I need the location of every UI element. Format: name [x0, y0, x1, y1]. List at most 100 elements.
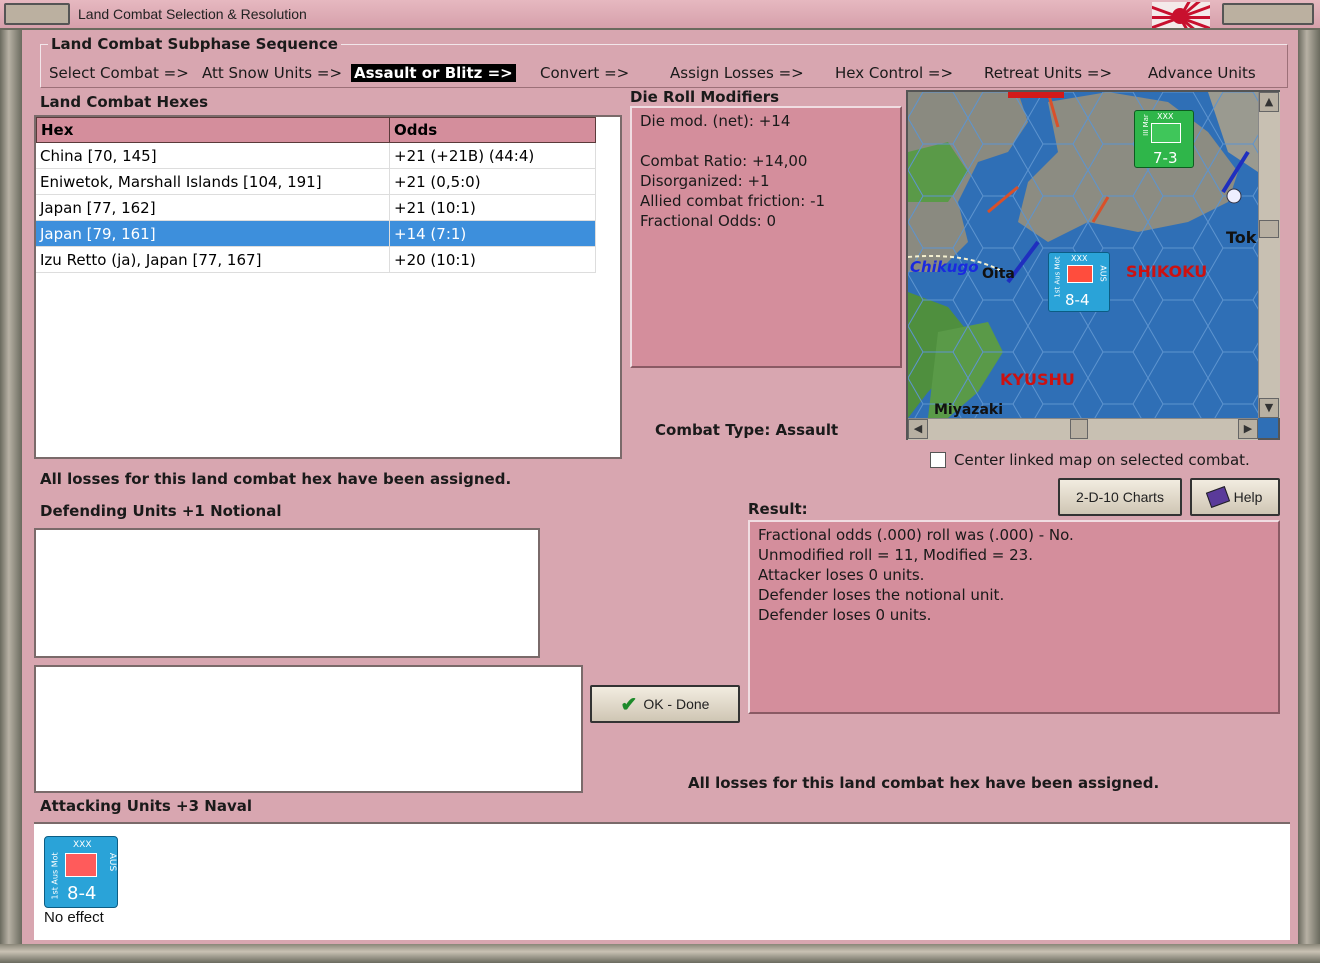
- counter-unit-name: 1st Aus Mot: [1053, 256, 1062, 298]
- frame-right: [1298, 30, 1320, 963]
- center-map-checkbox[interactable]: [930, 452, 946, 468]
- help-book-icon: [1205, 486, 1230, 508]
- map-vertical-scrollbar[interactable]: ▲ ▼: [1258, 92, 1280, 418]
- motorized-symbol-icon: [1067, 265, 1093, 283]
- japan-flag-icon: [1152, 2, 1210, 28]
- seq-step-assault-blitz[interactable]: Assault or Blitz =>: [351, 64, 516, 82]
- hexes-label: Land Combat Hexes: [40, 93, 209, 111]
- result-label: Result:: [748, 500, 808, 518]
- charts-button[interactable]: 2-D-10 Charts: [1058, 478, 1182, 516]
- seq-step-select-combat[interactable]: Select Combat =>: [49, 64, 189, 82]
- scroll-right-button[interactable]: ▶: [1238, 419, 1258, 439]
- map-label-miyazaki: Miyazaki: [934, 402, 1004, 418]
- map-counter-marine[interactable]: III Mar XXX 7-3: [1134, 110, 1194, 168]
- scroll-left-button[interactable]: ◀: [908, 419, 928, 439]
- attacking-units-area[interactable]: [34, 822, 1290, 940]
- result-line: Defender loses 0 units.: [758, 606, 932, 624]
- counter-size: XXX: [1157, 112, 1174, 121]
- map-label-tok: Tok: [1226, 228, 1257, 247]
- map-counter-mot[interactable]: 1st Aus Mot XXX AUS 8-4: [1048, 252, 1110, 312]
- result-line: Defender loses the notional unit.: [758, 586, 1005, 604]
- result-line: Fractional odds (.000) roll was (.000) -…: [758, 526, 1074, 544]
- counter-value: 7-3: [1153, 149, 1178, 167]
- disorganized: Disorganized: +1: [640, 172, 770, 190]
- table-row[interactable]: Eniwetok, Marshall Islands [104, 191] +2…: [36, 169, 596, 195]
- result-line: Attacker loses 0 units.: [758, 566, 925, 584]
- losses-message-bottom: All losses for this land combat hex have…: [688, 774, 1160, 792]
- hex-cell: China [70, 145]: [36, 143, 390, 169]
- combat-type: Combat Type: Assault: [655, 421, 839, 439]
- counter-nation: AUS: [107, 852, 118, 872]
- odds-cell: +21 (0,5:0): [390, 169, 596, 195]
- counter-size: XXX: [1071, 254, 1088, 263]
- table-row[interactable]: China [70, 145] +21 (+21B) (44:4): [36, 143, 596, 169]
- center-map-label: Center linked map on selected combat.: [954, 451, 1250, 469]
- counter-unit-name: III Mar: [1141, 114, 1150, 136]
- table-row-selected[interactable]: Japan [79, 161] +14 (7:1): [36, 221, 596, 247]
- die-mod-net: Die mod. (net): +14: [640, 112, 791, 130]
- hex-cell: Izu Retto (ja), Japan [77, 167]: [36, 247, 390, 273]
- scroll-up-button[interactable]: ▲: [1259, 92, 1279, 112]
- map-label-chikugo: Chikugo: [910, 258, 979, 276]
- hexes-table[interactable]: Hex Odds China [70, 145] +21 (+21B) (44:…: [34, 115, 622, 459]
- counter-nation: AUS: [1098, 265, 1108, 282]
- marine-symbol-icon: [1151, 123, 1181, 143]
- counter-unit-name: 1st Aus Mot: [50, 852, 60, 900]
- defending-units-list[interactable]: [34, 528, 540, 658]
- seq-step-advance[interactable]: Advance Units: [1148, 64, 1256, 82]
- scroll-h-thumb[interactable]: [1070, 419, 1088, 439]
- hex-cell: Japan [79, 161]: [36, 221, 390, 247]
- unit-status: No effect: [44, 909, 104, 926]
- col-header-odds[interactable]: Odds: [389, 117, 596, 143]
- sequence-title: Land Combat Subphase Sequence: [48, 35, 341, 53]
- secondary-units-list[interactable]: [34, 665, 583, 793]
- result-line: Unmodified roll = 11, Modified = 23.: [758, 546, 1033, 564]
- counter-size: XXX: [73, 840, 92, 850]
- odds-cell: +20 (10:1): [390, 247, 596, 273]
- hex-cell: Eniwetok, Marshall Islands [104, 191]: [36, 169, 390, 195]
- result-panel: Fractional odds (.000) roll was (.000) -…: [748, 520, 1280, 714]
- table-row[interactable]: Japan [77, 162] +21 (10:1): [36, 195, 596, 221]
- die-roll-label: Die Roll Modifiers: [630, 88, 780, 106]
- ok-done-label: OK - Done: [643, 696, 710, 712]
- checkmark-icon: ✔: [620, 693, 638, 716]
- table-row[interactable]: Izu Retto (ja), Japan [77, 167] +20 (10:…: [36, 247, 596, 273]
- die-roll-panel: Die mod. (net): +14 Combat Ratio: +14,00…: [630, 106, 902, 368]
- seq-step-convert[interactable]: Convert =>: [540, 64, 629, 82]
- hex-cell: Japan [77, 162]: [36, 195, 390, 221]
- combat-ratio: Combat Ratio: +14,00: [640, 152, 808, 170]
- scroll-down-button[interactable]: ▼: [1259, 398, 1279, 418]
- counter-value: 8-4: [67, 883, 97, 904]
- frame-left: [0, 30, 22, 963]
- ok-done-button[interactable]: ✔ OK - Done: [590, 685, 740, 723]
- odds-cell: +14 (7:1): [390, 221, 596, 247]
- help-button[interactable]: Help: [1190, 478, 1280, 516]
- defending-label: Defending Units +1 Notional: [40, 502, 282, 520]
- losses-message-top: All losses for this land combat hex have…: [40, 470, 512, 488]
- seq-step-retreat[interactable]: Retreat Units =>: [984, 64, 1112, 82]
- map-label-oita: Oita: [982, 266, 1015, 282]
- seq-step-hex-control[interactable]: Hex Control =>: [835, 64, 953, 82]
- seq-step-assign-losses[interactable]: Assign Losses =>: [670, 64, 804, 82]
- odds-cell: +21 (10:1): [390, 195, 596, 221]
- attacking-label: Attacking Units +3 Naval: [40, 797, 252, 815]
- allied-friction: Allied combat friction: -1: [640, 192, 826, 210]
- col-header-hex[interactable]: Hex: [36, 117, 390, 143]
- scroll-v-thumb[interactable]: [1259, 220, 1279, 238]
- linked-map[interactable]: Chikugo Oita SHIKOKU KYUSHU Miyazaki Tok…: [906, 90, 1280, 440]
- counter-value: 8-4: [1065, 291, 1090, 309]
- system-menu-button[interactable]: [4, 3, 70, 25]
- window-controls[interactable]: [1222, 3, 1314, 25]
- attacking-unit-counter[interactable]: 1st Aus Mot XXX AUS 8-4: [44, 836, 118, 908]
- map-horizontal-scrollbar[interactable]: ◀ ▶: [908, 418, 1258, 440]
- fractional-odds: Fractional Odds: 0: [640, 212, 777, 230]
- window-title: Land Combat Selection & Resolution: [78, 6, 307, 22]
- map-label-shikoku: SHIKOKU: [1126, 262, 1208, 281]
- frame-bottom: [0, 944, 1320, 963]
- help-button-label: Help: [1233, 489, 1263, 505]
- motorized-symbol-icon: [65, 853, 97, 877]
- map-label-kyushu: KYUSHU: [1000, 370, 1075, 389]
- odds-cell: +21 (+21B) (44:4): [390, 143, 596, 169]
- charts-button-label: 2-D-10 Charts: [1076, 489, 1164, 505]
- seq-step-att-snow[interactable]: Att Snow Units =>: [202, 64, 342, 82]
